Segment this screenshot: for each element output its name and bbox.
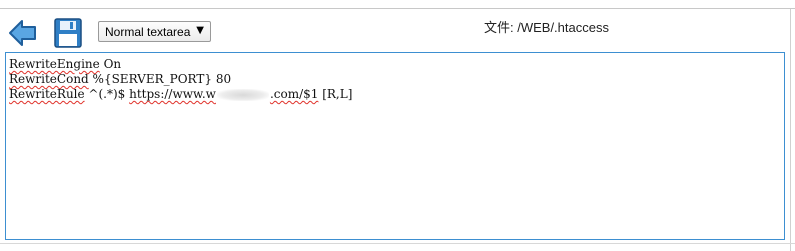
directive: RewriteEngine (9, 57, 100, 71)
directive-flags: [R,L] (318, 87, 353, 101)
redacted-blur (216, 88, 269, 101)
code-line: RewriteCond %{SERVER_PORT} 80 (9, 72, 781, 87)
url-start: https://www.w (129, 87, 216, 101)
code-editor-textarea[interactable]: RewriteEngine On RewriteCond %{SERVER_PO… (5, 52, 785, 240)
directive-args: On (99, 57, 122, 71)
directive: RewriteRule (9, 87, 85, 101)
editor-mode-value: Normal textarea (105, 24, 191, 39)
back-button[interactable] (8, 19, 38, 47)
back-arrow-icon (9, 20, 36, 46)
toolbar: Normal textarea ▼ 文件: /WEB/.htaccess (0, 9, 795, 51)
code-line: RewriteEngine On (9, 57, 781, 72)
file-path-label: 文件: /WEB/.htaccess (484, 20, 609, 35)
directive-args: ^(.*)$ (84, 87, 130, 101)
chevron-down-icon: ▼ (196, 25, 204, 36)
save-button[interactable] (54, 18, 82, 48)
directive-args: %{SERVER_PORT} 80 (88, 72, 232, 86)
code-line: RewriteRule ^(.*)$ https://www.w .com/$1 … (9, 87, 781, 102)
editor-mode-select[interactable]: Normal textarea ▼ (98, 21, 211, 42)
floppy-disk-icon (54, 18, 82, 48)
bottom-divider (0, 243, 795, 244)
right-divider (790, 9, 791, 251)
directive: RewriteCond (9, 72, 89, 86)
url-end: .com/$1 (269, 87, 319, 101)
